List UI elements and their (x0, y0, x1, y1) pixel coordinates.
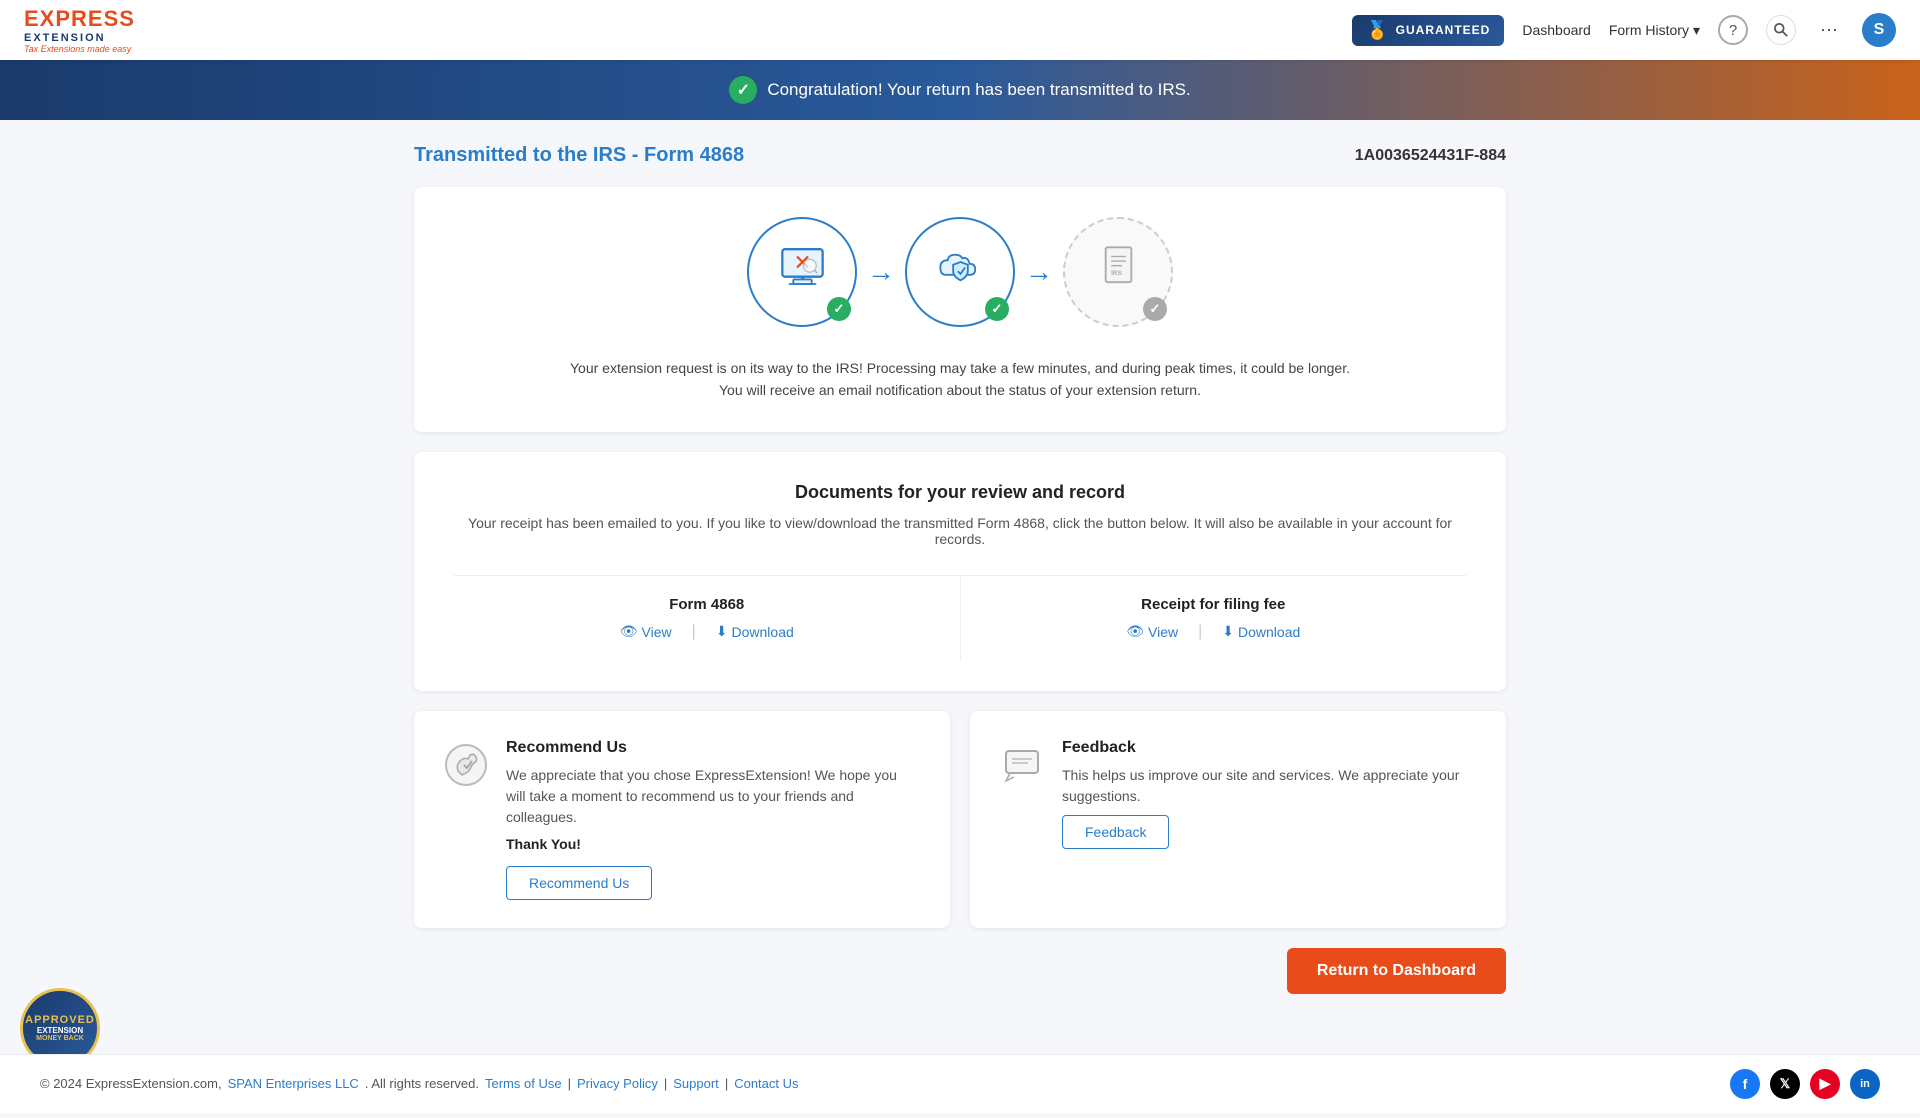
contact-us-link[interactable]: Contact Us (734, 1076, 798, 1091)
step-1-check: ✓ (827, 297, 851, 321)
step-2-cloud: ✓ (905, 217, 1015, 327)
receipt-view-link[interactable]: 👁 View (1126, 623, 1178, 640)
recommend-icon (444, 743, 488, 900)
feedback-icon (1000, 743, 1044, 900)
feedback-content: Feedback This helps us improve our site … (1062, 739, 1476, 900)
recommend-button[interactable]: Recommend Us (506, 866, 652, 900)
support-link[interactable]: Support (673, 1076, 719, 1091)
recommend-desc: We appreciate that you chose ExpressExte… (506, 765, 920, 828)
status-description: Your extension request is on its way to … (560, 357, 1360, 402)
status-card: ✓ → ✓ → (414, 187, 1506, 432)
privacy-policy-link[interactable]: Privacy Policy (577, 1076, 658, 1091)
header: EXPRESS EXTENSION Tax Extensions made ea… (0, 0, 1920, 60)
grid-icon[interactable]: ⋯ (1814, 15, 1844, 45)
arrow-2: → (1025, 256, 1053, 288)
cloud-shield-icon (933, 240, 988, 305)
step-3-check: ✓ (1143, 297, 1167, 321)
feedback-button[interactable]: Feedback (1062, 815, 1169, 849)
footer-copyright: © 2024 ExpressExtension.com, (40, 1076, 222, 1091)
recommend-col: Recommend Us We appreciate that you chos… (414, 711, 950, 928)
facebook-button[interactable]: f (1730, 1069, 1760, 1099)
logo-extension: EXTENSION (24, 32, 135, 44)
documents-card: Documents for your review and record You… (414, 452, 1506, 691)
status-steps: ✓ → ✓ → (454, 217, 1466, 327)
form-4868-view-link[interactable]: 👁 View (620, 623, 672, 640)
footer-rights: . All rights reserved. (365, 1076, 479, 1091)
user-avatar[interactable]: S (1862, 13, 1896, 47)
footer-left: © 2024 ExpressExtension.com, SPAN Enterp… (40, 1076, 799, 1091)
receipt-title: Receipt for filing fee (1141, 596, 1285, 613)
return-btn-row: Return to Dashboard (414, 948, 1506, 994)
docs-row: Form 4868 👁 View | ⬇ Download Receipt fo… (454, 575, 1466, 661)
footer: © 2024 ExpressExtension.com, SPAN Enterp… (0, 1054, 1920, 1113)
form-id: 1A0036524431F-884 (1355, 147, 1506, 165)
guaranteed-label: GUARANTEED (1396, 23, 1491, 37)
dashboard-label: Dashboard (1522, 22, 1591, 38)
separator-2: | (1198, 623, 1202, 641)
receipt-download-link[interactable]: ⬇ Download (1222, 623, 1300, 640)
recommend-content: Recommend Us We appreciate that you chos… (506, 739, 920, 900)
guaranteed-badge: 🏅 GUARANTEED (1352, 15, 1504, 46)
form-history-label: Form History (1609, 22, 1689, 38)
docs-title: Documents for your review and record (454, 482, 1466, 503)
logo: EXPRESS EXTENSION Tax Extensions made ea… (24, 6, 135, 54)
header-right: 🏅 GUARANTEED Dashboard Form History ▾ ? … (1352, 13, 1896, 47)
banner-message: Congratulation! Your return has been tra… (767, 80, 1190, 100)
download-icon-2: ⬇ (1222, 623, 1234, 640)
page-title: Transmitted to the IRS - Form 4868 (414, 144, 744, 167)
main-content: Transmitted to the IRS - Form 4868 1A003… (390, 120, 1530, 1054)
recommend-thank: Thank You! (506, 836, 920, 852)
twitter-button[interactable]: 𝕏 (1770, 1069, 1800, 1099)
recommend-title: Recommend Us (506, 739, 920, 757)
youtube-button[interactable]: ▶ (1810, 1069, 1840, 1099)
separator-1: | (692, 623, 696, 641)
arrow-1: → (867, 256, 895, 288)
computer-icon (775, 240, 830, 305)
terms-of-use-link[interactable]: Terms of Use (485, 1076, 562, 1091)
form-4868-download-link[interactable]: ⬇ Download (716, 623, 794, 640)
feedback-desc: This helps us improve our site and servi… (1062, 765, 1476, 807)
step-2-check: ✓ (985, 297, 1009, 321)
footer-company[interactable]: SPAN Enterprises LLC (228, 1076, 359, 1091)
svg-text:IRS: IRS (1111, 269, 1122, 276)
receipt-col: Receipt for filing fee 👁 View | ⬇ Downlo… (961, 576, 1467, 661)
download-icon-1: ⬇ (716, 623, 728, 640)
feedback-title: Feedback (1062, 739, 1476, 757)
receipt-actions: 👁 View | ⬇ Download (1126, 623, 1300, 641)
form-4868-title: Form 4868 (669, 596, 744, 613)
docs-subtitle: Your receipt has been emailed to you. If… (454, 515, 1466, 547)
form-4868-col: Form 4868 👁 View | ⬇ Download (454, 576, 961, 661)
form-history-nav[interactable]: Form History ▾ (1609, 22, 1700, 39)
badge-icon: 🏅 (1366, 20, 1389, 41)
footer-social: f 𝕏 ▶ in (1730, 1069, 1880, 1099)
form-4868-actions: 👁 View | ⬇ Download (620, 623, 794, 641)
success-banner: ✓ Congratulation! Your return has been t… (0, 60, 1920, 120)
bottom-row: Recommend Us We appreciate that you chos… (414, 711, 1506, 928)
linkedin-button[interactable]: in (1850, 1069, 1880, 1099)
logo-express: EXPRESS (24, 6, 135, 32)
eye-icon: 👁 (620, 623, 638, 640)
page-title-row: Transmitted to the IRS - Form 4868 1A003… (414, 144, 1506, 167)
irs-document-icon: IRS (1091, 240, 1146, 305)
step-1-computer: ✓ (747, 217, 857, 327)
return-to-dashboard-button[interactable]: Return to Dashboard (1287, 948, 1506, 994)
logo-tagline: Tax Extensions made easy (24, 44, 135, 54)
dashboard-nav[interactable]: Dashboard (1522, 22, 1591, 38)
eye-icon-2: 👁 (1126, 623, 1144, 640)
chevron-down-icon: ▾ (1693, 22, 1700, 39)
success-check-icon: ✓ (729, 76, 757, 104)
feedback-col: Feedback This helps us improve our site … (970, 711, 1506, 928)
help-button[interactable]: ? (1718, 15, 1748, 45)
step-3-irs: IRS ✓ (1063, 217, 1173, 327)
search-button[interactable] (1766, 15, 1796, 45)
